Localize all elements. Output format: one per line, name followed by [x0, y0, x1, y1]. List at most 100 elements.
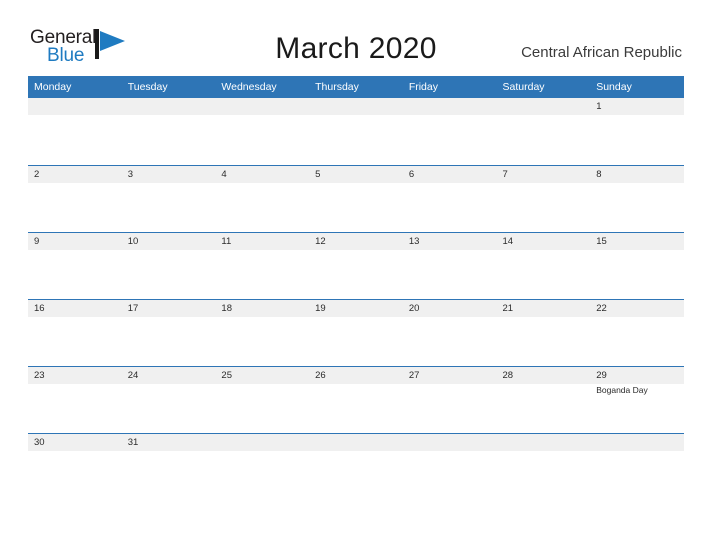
day-cell[interactable]: 19: [309, 300, 403, 366]
day-number: 1: [596, 101, 602, 112]
day-cell[interactable]: 7: [497, 166, 591, 232]
day-number: 11: [221, 236, 232, 247]
page-header: General Blue March 2020 Central African …: [0, 0, 712, 76]
day-number: 8: [596, 169, 602, 180]
weekday-header-row: Monday Tuesday Wednesday Thursday Friday…: [28, 76, 684, 98]
day-cell[interactable]: [122, 98, 216, 165]
day-cell[interactable]: [309, 98, 403, 165]
day-cell[interactable]: [403, 98, 497, 165]
day-number: 19: [315, 303, 326, 314]
day-cell-holiday[interactable]: 29 Boganda Day: [590, 367, 684, 433]
day-number: 16: [34, 303, 45, 314]
day-cell[interactable]: 24: [122, 367, 216, 433]
day-cell[interactable]: 30: [28, 434, 122, 500]
day-cell[interactable]: 31: [122, 434, 216, 500]
day-number: 21: [502, 303, 514, 314]
weekday-monday: Monday: [34, 81, 72, 93]
day-number: 17: [127, 303, 139, 314]
day-number: 6: [408, 169, 415, 180]
day-number: 14: [502, 236, 514, 247]
day-cell[interactable]: 12: [309, 233, 403, 299]
day-number: 12: [315, 236, 326, 247]
week-row: 23 24 25 26 27 28 29 Boganda Day: [28, 366, 684, 433]
day-number: 25: [221, 370, 232, 381]
day-cell[interactable]: 27: [403, 367, 497, 433]
weekday-sunday: Sunday: [596, 81, 632, 93]
day-number: [34, 98, 122, 115]
day-number: 2: [34, 169, 40, 180]
day-cell[interactable]: 17: [122, 300, 216, 366]
day-cell[interactable]: 6: [403, 166, 497, 232]
day-cell[interactable]: [309, 434, 403, 500]
day-number: 4: [221, 169, 227, 180]
day-cell[interactable]: 11: [215, 233, 309, 299]
day-cell[interactable]: 15: [590, 233, 684, 299]
day-number: [221, 434, 309, 451]
day-number: [409, 98, 497, 115]
day-number: [409, 434, 497, 451]
day-number: 13: [408, 236, 420, 247]
day-number: 3: [127, 169, 133, 180]
day-number: 20: [408, 303, 420, 314]
day-cell[interactable]: [28, 98, 122, 165]
day-cell[interactable]: 20: [403, 300, 497, 366]
day-event: Boganda Day: [596, 385, 648, 395]
day-cell[interactable]: [497, 98, 591, 165]
day-cell[interactable]: [590, 434, 684, 500]
day-number: [503, 434, 591, 451]
calendar-grid: Monday Tuesday Wednesday Thursday Friday…: [28, 76, 684, 500]
day-cell[interactable]: 21: [497, 300, 591, 366]
day-cell[interactable]: 18: [215, 300, 309, 366]
day-cell[interactable]: [215, 434, 309, 500]
day-cell[interactable]: 4: [215, 166, 309, 232]
day-number: 26: [315, 370, 326, 381]
day-cell[interactable]: 16: [28, 300, 122, 366]
day-number: 15: [596, 236, 607, 247]
weekday-friday: Friday: [408, 81, 438, 93]
day-cell[interactable]: 28: [497, 367, 591, 433]
day-number: [221, 98, 309, 115]
day-number: 18: [221, 303, 232, 314]
day-cell[interactable]: 1: [590, 98, 684, 165]
day-cell[interactable]: 2: [28, 166, 122, 232]
weekday-thursday: Thursday: [315, 81, 359, 93]
day-cell[interactable]: 22: [590, 300, 684, 366]
day-number: 7: [502, 169, 508, 180]
day-cell[interactable]: 9: [28, 233, 122, 299]
calendar-page: General Blue March 2020 Central African …: [0, 0, 712, 550]
day-number: 30: [34, 437, 45, 448]
day-cell[interactable]: 13: [403, 233, 497, 299]
day-number: 5: [315, 169, 321, 180]
day-number: 29: [596, 370, 607, 381]
day-cell[interactable]: [403, 434, 497, 500]
country-label: Central African Republic: [521, 44, 682, 61]
week-row: 16 17 18 19 20 21 22: [28, 299, 684, 366]
day-number: 10: [127, 236, 139, 247]
day-number: [596, 434, 684, 451]
weekday-saturday: Saturday: [502, 81, 545, 93]
day-number: 9: [34, 236, 40, 247]
day-cell[interactable]: [215, 98, 309, 165]
day-cell[interactable]: 3: [122, 166, 216, 232]
day-cell[interactable]: 14: [497, 233, 591, 299]
day-cell[interactable]: 26: [309, 367, 403, 433]
day-number: 27: [408, 370, 420, 381]
day-cell[interactable]: 23: [28, 367, 122, 433]
day-number: 23: [34, 370, 45, 381]
week-row: 9 10 11 12 13 14 15: [28, 232, 684, 299]
day-cell[interactable]: 5: [309, 166, 403, 232]
day-number: 22: [596, 303, 607, 314]
weekday-tuesday: Tuesday: [127, 81, 168, 93]
day-number: 31: [127, 437, 139, 448]
day-cell[interactable]: 25: [215, 367, 309, 433]
day-number: [315, 98, 403, 115]
day-cell[interactable]: 8: [590, 166, 684, 232]
weekday-wednesday: Wednesday: [221, 81, 277, 93]
week-row: 30 31: [28, 433, 684, 500]
day-cell[interactable]: 10: [122, 233, 216, 299]
day-number: 28: [502, 370, 514, 381]
week-row: 2 3 4 5 6 7 8: [28, 165, 684, 232]
week-row: 1: [28, 98, 684, 165]
day-number: [503, 98, 591, 115]
day-cell[interactable]: [497, 434, 591, 500]
